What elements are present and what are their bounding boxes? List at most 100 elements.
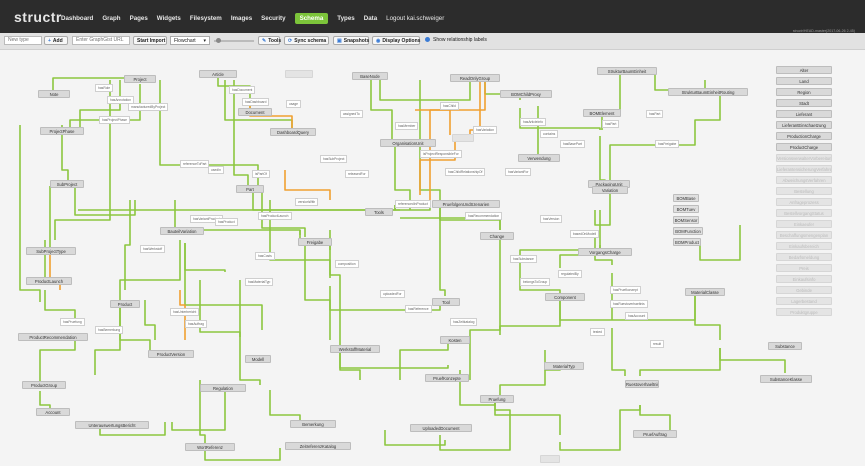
relationship-label[interactable]: hasWerkstoff xyxy=(140,245,166,253)
schema-node-subprojecttype[interactable]: SubProjectType xyxy=(26,247,76,255)
relationship-label[interactable]: isProjectResponsibleFor xyxy=(420,150,462,158)
snapshots-button[interactable]: ▣ Snapshots xyxy=(333,36,369,45)
relationship-label[interactable]: hasDashboard xyxy=(242,98,270,106)
type-list-item[interactable]: Anfrageprozess xyxy=(776,198,832,206)
relationship-label[interactable]: tested xyxy=(590,328,605,336)
type-list-item[interactable]: Gebinde xyxy=(776,286,832,294)
nav-graph[interactable]: Graph xyxy=(102,15,120,22)
type-list-item[interactable]: LieferantensicherungVerfahren xyxy=(776,165,832,173)
relationship-label[interactable]: manufacturedByProject xyxy=(128,103,169,111)
schema-node-productlaunch[interactable]: ProductLaunch xyxy=(26,277,72,285)
relationship-label[interactable]: isPartOf xyxy=(252,170,270,178)
schema-node-materialtyp[interactable]: MaterialTyp xyxy=(544,362,584,370)
relationship-label[interactable]: usage xyxy=(286,100,301,108)
relationship-label[interactable]: hasProjectPhase xyxy=(99,116,130,124)
relationship-label[interactable]: hasReference xyxy=(405,305,432,313)
type-list-item[interactable]: Preis xyxy=(776,264,832,272)
schema-node-basenode[interactable]: BaseNode xyxy=(352,72,388,80)
relationship-label[interactable]: referencedInProduct xyxy=(395,200,431,208)
schema-node-vorgangscharge[interactable]: VorgangsCharge xyxy=(578,248,632,256)
start-import-button[interactable]: Start Import xyxy=(133,36,167,45)
type-list-item[interactable]: LieferantEinschaetzung xyxy=(776,121,832,129)
relationship-label[interactable]: hasRole xyxy=(95,84,114,92)
relationship-label[interactable]: hasSubstance xyxy=(510,255,537,263)
schema-node-productrecommendation[interactable]: ProductRecommendation xyxy=(18,333,88,341)
schema-node-projectphase[interactable]: ProjectPhase xyxy=(40,127,84,135)
relationship-label[interactable]: hasRuestoverhaeltnis xyxy=(610,300,648,308)
relationship-label[interactable]: hasProductLaunch xyxy=(258,212,292,220)
type-list-item[interactable]: VersionsverwalterVorbereitung xyxy=(776,154,832,162)
schema-node-ruestoverhaeltnis[interactable]: Ruestoverhaeltnis xyxy=(625,380,659,388)
type-list-item[interactable]: BestellvorgangStatus xyxy=(776,209,832,217)
schema-node-werkstoffmaterial[interactable]: WerkstoffMaterial xyxy=(330,345,380,353)
relationship-label[interactable]: hasVersion xyxy=(540,215,563,223)
nav-security[interactable]: Security xyxy=(261,15,285,22)
schema-node-dashboardquery[interactable]: DashboardQuery xyxy=(270,128,316,136)
relationship-label[interactable]: hasVariantFor xyxy=(505,168,532,176)
relationship-label[interactable]: hasChild xyxy=(440,102,459,110)
layout-select[interactable]: Flowchart ▾ xyxy=(170,36,210,45)
schema-node-substanceklasse[interactable]: SubstanceKlasse xyxy=(760,375,812,383)
schema-node-readonlygroup[interactable]: ReadOnlyGroup xyxy=(450,74,500,82)
schema-node-project[interactable]: Project xyxy=(124,75,156,83)
relationship-label[interactable]: composition xyxy=(335,260,359,268)
schema-node-bomsensor[interactable]: BOMSensor xyxy=(673,216,699,224)
type-list-item[interactable]: Beschaffungsmengenplan xyxy=(776,231,832,239)
schema-node-wortreferenz[interactable]: WortReferenz xyxy=(185,443,235,451)
relationship-label[interactable]: hasPruefung xyxy=(60,318,85,326)
relationship-label[interactable]: hasBemerkung xyxy=(95,326,124,334)
relationship-label[interactable]: belongsToGroup xyxy=(520,278,551,286)
schema-node-faded-3[interactable] xyxy=(540,455,560,463)
schema-node-subproject[interactable]: SubProject xyxy=(50,180,84,188)
relationship-label[interactable]: hasPart xyxy=(646,110,664,118)
schema-node-product[interactable]: Product xyxy=(110,300,140,308)
nav-dashboard[interactable]: Dashboard xyxy=(61,15,93,22)
schema-node-productversion[interactable]: ProductVersion xyxy=(148,350,194,358)
schema-node-part[interactable]: Part xyxy=(236,185,264,193)
schema-node-note[interactable]: Note xyxy=(38,90,70,98)
schema-node-faded[interactable] xyxy=(285,70,313,78)
relationship-label[interactable]: hasChildRelationshipOf xyxy=(445,168,486,176)
logout-link[interactable]: Logout kai.schweiger xyxy=(386,15,444,22)
relationship-label[interactable]: hasMember xyxy=(395,122,419,130)
schema-node-pruefung[interactable]: Pruefung xyxy=(480,395,514,403)
relationship-label[interactable]: hasProduct xyxy=(215,218,238,226)
schema-node-component[interactable]: Component xyxy=(545,293,585,301)
schema-node-tool[interactable]: Tool xyxy=(432,298,460,306)
schema-node-bauteilvariation[interactable]: BauteilVariation xyxy=(160,227,204,235)
type-list-item[interactable]: Region xyxy=(776,88,832,96)
schema-node-strukturbaumeinheitrouting[interactable]: StrukturBaumEinheitRouting xyxy=(668,88,748,96)
schema-node-modell[interactable]: Modell xyxy=(245,355,271,363)
relationship-label[interactable]: hasMaterialTyp xyxy=(245,278,274,286)
type-list-item[interactable]: Lieferant xyxy=(776,110,832,118)
schema-node-article[interactable]: Article xyxy=(199,70,237,78)
relationship-label[interactable]: referenceToPart xyxy=(180,160,210,168)
nav-images[interactable]: Images xyxy=(231,15,252,22)
schema-node-bombase[interactable]: BOMBase xyxy=(673,194,699,202)
nav-types[interactable]: Types xyxy=(337,15,354,22)
relationship-label[interactable]: hasRecommendation xyxy=(465,212,503,220)
schema-node-productgroup[interactable]: ProductGroup xyxy=(22,381,66,389)
schema-node-substance[interactable]: Substance xyxy=(768,342,802,350)
nav-filesystem[interactable]: Filesystem xyxy=(190,15,222,22)
schema-node-organisationunit[interactable]: OrganisationUnit xyxy=(380,139,436,147)
relationship-label[interactable]: assignedTo xyxy=(340,110,363,118)
schema-node-bomproduct[interactable]: BOMProduct xyxy=(673,238,701,246)
schema-node-bomtuev[interactable]: BOMTuev xyxy=(673,205,699,213)
schema-node-regulation[interactable]: Regulation xyxy=(200,384,246,392)
type-list-item[interactable]: ProductionCharge xyxy=(776,132,832,140)
show-relationship-labels-toggle[interactable]: Show relationship labels xyxy=(425,36,495,45)
type-list-item[interactable]: Einkaeufer xyxy=(776,220,832,228)
schema-node-materialclasse[interactable]: MaterialClasse xyxy=(685,288,725,296)
schema-node-change[interactable]: Change xyxy=(480,232,514,240)
relationship-label[interactable]: usedIn xyxy=(208,166,224,174)
new-type-input[interactable] xyxy=(4,36,42,45)
schema-node-tools[interactable]: Tools xyxy=(365,208,393,216)
relationship-label[interactable]: releasedFor xyxy=(345,170,369,178)
schema-graph-canvas[interactable]: Note Project Article BaseNode ReadOnlyGr… xyxy=(0,50,865,466)
type-list-item[interactable]: Bestellung xyxy=(776,187,832,195)
relationship-label[interactable]: uploadedFor xyxy=(380,290,405,298)
relationship-label[interactable]: hasZeitkatalog xyxy=(450,318,478,326)
nav-pages[interactable]: Pages xyxy=(130,15,148,22)
type-list-item[interactable]: Produktgruppe xyxy=(776,308,832,316)
